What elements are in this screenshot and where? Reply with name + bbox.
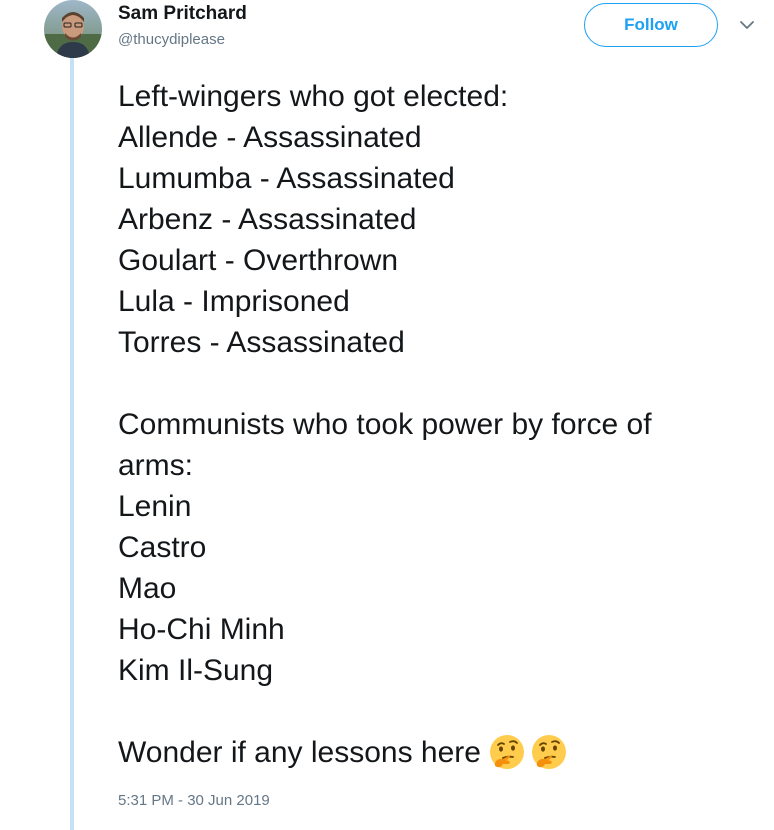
list-item: Lula - Imprisoned <box>118 285 350 318</box>
list-item: Castro <box>118 531 207 564</box>
thinking-face-icon <box>489 734 525 770</box>
tweet-timestamp[interactable]: 5:31 PM - 30 Jun 2019 <box>118 792 270 809</box>
chevron-down-icon[interactable] <box>738 16 756 34</box>
list-item: Kim Il-Sung <box>118 654 274 687</box>
closing-text: Wonder if any lessons here <box>118 736 481 769</box>
avatar[interactable] <box>44 0 102 58</box>
list-item: Allende - Assassinated <box>118 121 422 154</box>
tweet-line-communists-intro-cont: arms: <box>118 449 193 482</box>
author-info: Sam Pritchard @thucydiplease <box>118 2 247 50</box>
list-item: Lumumba - Assassinated <box>118 162 455 195</box>
list-item: Arbenz - Assassinated <box>118 203 417 236</box>
list-item: Ho-Chi Minh <box>118 613 285 646</box>
tweet-line-closing: Wonder if any lessons here <box>118 732 768 773</box>
thinking-face-icon <box>531 734 567 770</box>
list-item: Goulart - Overthrown <box>118 244 399 277</box>
list-item: Lenin <box>118 490 192 523</box>
tweet-line-communists-intro: Communists who took power by force of <box>118 408 652 441</box>
list-item: Mao <box>118 572 177 605</box>
tweet-line-intro: Left-wingers who got elected: <box>118 80 509 113</box>
author-handle[interactable]: @thucydiplease <box>118 30 247 50</box>
thread-line <box>70 58 74 830</box>
author-name[interactable]: Sam Pritchard <box>118 2 247 26</box>
list-item: Torres - Assassinated <box>118 326 405 359</box>
follow-button[interactable]: Follow <box>584 3 718 47</box>
tweet-text: Left-wingers who got elected: Allende - … <box>118 76 768 773</box>
avatar-image <box>44 0 102 58</box>
